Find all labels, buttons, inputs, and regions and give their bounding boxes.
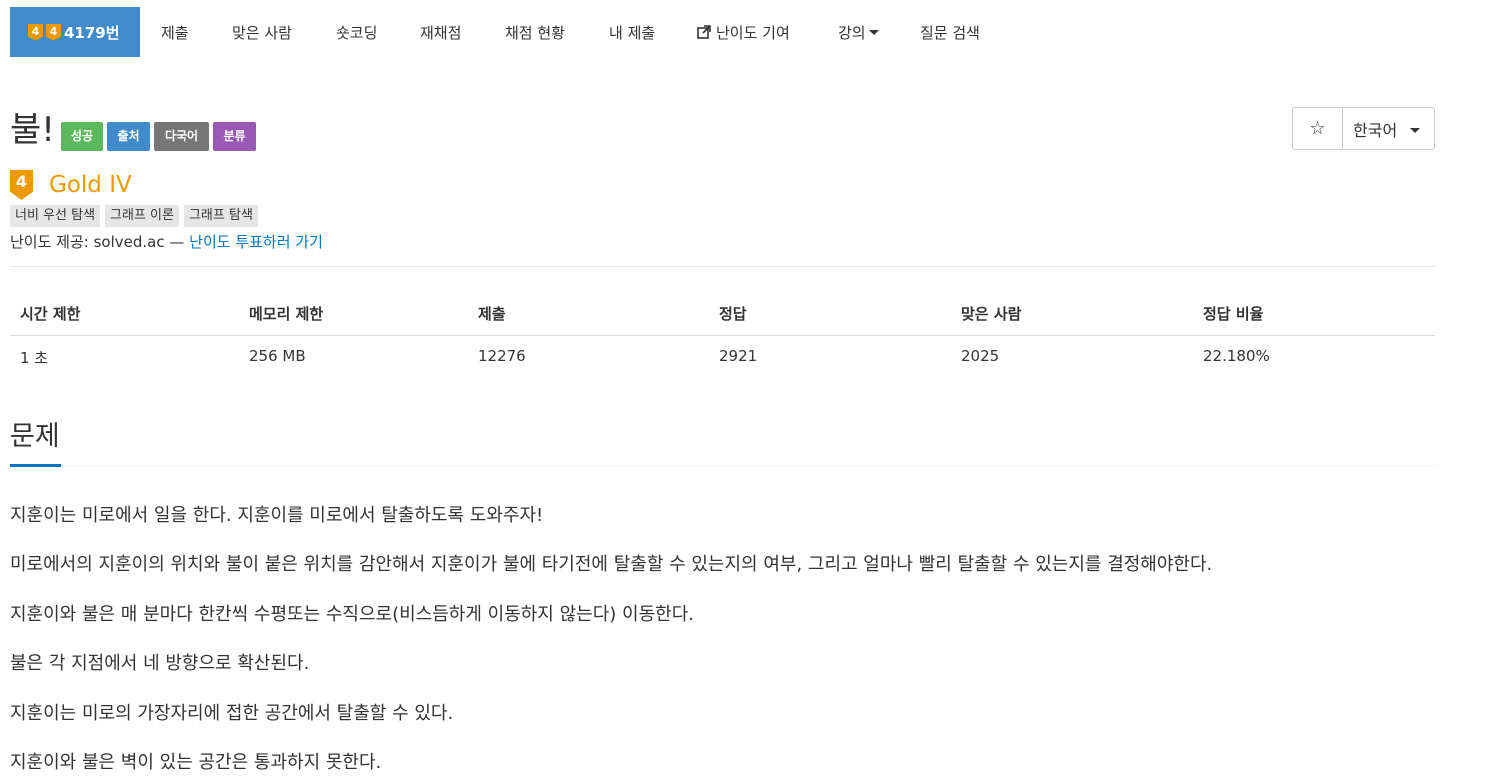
problem-paragraph: 지훈이는 미로의 가장자리에 접한 공간에서 탈출할 수 있다.: [10, 703, 454, 724]
problem-title: 불!: [10, 110, 55, 150]
table-cell-memory-limit: 256 MB: [249, 347, 306, 365]
language-dropdown[interactable]: 한국어: [1343, 108, 1434, 149]
section-title: 문제: [10, 421, 60, 452]
language-selector: ☆ 한국어: [1292, 107, 1435, 150]
menu-accepted-users[interactable]: 맞은 사람: [232, 7, 292, 57]
problem-paragraph: 미로에서의 지훈이의 위치와 불이 붙은 위치를 감안해서 지훈이가 불에 타기…: [10, 554, 1213, 575]
menu-lectures-label: 강의: [838, 23, 866, 42]
table-header-time-limit: 시간 제한: [20, 305, 81, 323]
table-header-accepted: 정답: [719, 305, 747, 323]
algorithm-tags: 너비 우선 탐색 그래프 이론 그래프 탐색: [10, 205, 263, 227]
table-header-accepted-users: 맞은 사람: [961, 305, 1022, 323]
table-cell-time-limit: 1 초: [20, 349, 49, 367]
external-link-icon: [697, 25, 711, 39]
tag-graph-theory[interactable]: 그래프 이론: [105, 205, 179, 227]
caret-down-icon: [868, 29, 879, 35]
label-success[interactable]: 성공: [61, 122, 103, 151]
tag-bfs[interactable]: 너비 우선 탐색: [10, 205, 101, 227]
table-header-memory-limit: 메모리 제한: [249, 305, 324, 323]
problem-menu: 4 4 4179번 제출 맞은 사람 숏코딩 재채점 채점 현황 내 제출 난이…: [10, 7, 1435, 57]
table-cell-accept-ratio: 22.180%: [1203, 347, 1270, 365]
menu-question-search[interactable]: 질문 검색: [920, 7, 980, 57]
table-header-accept-ratio: 정답 비율: [1203, 305, 1264, 323]
problem-page: 4 4 4179번 제출 맞은 사람 숏코딩 재채점 채점 현황 내 제출 난이…: [0, 0, 1512, 783]
table-cell-accepted: 2921: [719, 347, 758, 365]
gold-tier-icon: 4: [28, 23, 43, 41]
tier-text: Gold IV: [49, 172, 132, 198]
table-header-submissions: 제출: [478, 305, 506, 323]
problem-paragraph: 지훈이와 불은 벽이 있는 공간은 통과하지 못한다.: [10, 752, 382, 773]
star-icon[interactable]: ☆: [1293, 108, 1343, 149]
tag-graph-search[interactable]: 그래프 탐색: [183, 205, 258, 227]
label-category[interactable]: 분류: [213, 122, 256, 151]
section-divider: [61, 465, 1435, 466]
problem-paragraph: 지훈이와 불은 매 분마다 한칸씩 수평또는 수직으로(비스듬하게 이동하지 않…: [10, 604, 694, 625]
language-selected: 한국어: [1353, 120, 1398, 140]
gold-tier-icon: 4: [46, 23, 61, 41]
menu-submit[interactable]: 제출: [161, 7, 189, 57]
table-cell-submissions: 12276: [478, 347, 526, 365]
menu-status[interactable]: 채점 현황: [505, 7, 565, 57]
menu-lectures-dropdown[interactable]: 강의: [838, 7, 879, 57]
divider: [10, 266, 1435, 267]
credit-text: 난이도 제공: solved.ac —: [10, 233, 185, 251]
label-multilang[interactable]: 다국어: [154, 122, 209, 151]
menu-my-submissions[interactable]: 내 제출: [609, 7, 655, 57]
label-source[interactable]: 출처: [107, 122, 150, 151]
table-divider: [10, 335, 1435, 336]
vote-difficulty-link[interactable]: 난이도 투표하러 가기: [189, 233, 323, 251]
menu-difficulty-contribution-label: 난이도 기여: [716, 23, 790, 42]
tier-info: 4 Gold IV: [10, 170, 132, 200]
difficulty-credit: 난이도 제공: solved.ac — 난이도 투표하러 가기: [10, 231, 323, 253]
section-underline: [10, 464, 61, 467]
menu-short-coding[interactable]: 숏코딩: [336, 7, 377, 57]
problem-number-tab[interactable]: 4 4 4179번: [10, 7, 140, 57]
menu-rejudge[interactable]: 재채점: [420, 7, 461, 57]
problem-paragraph: 지훈이는 미로에서 일을 한다. 지훈이를 미로에서 탈출하도록 도와주자!: [10, 505, 544, 526]
table-cell-accepted-users: 2025: [961, 347, 1000, 365]
menu-difficulty-contribution[interactable]: 난이도 기여: [697, 7, 790, 57]
problem-number-label: 4179번: [64, 23, 120, 42]
gold-tier-icon: 4: [10, 170, 33, 200]
caret-down-icon: [1410, 128, 1420, 133]
problem-paragraph: 불은 각 지점에서 네 방향으로 확산된다.: [10, 653, 310, 674]
